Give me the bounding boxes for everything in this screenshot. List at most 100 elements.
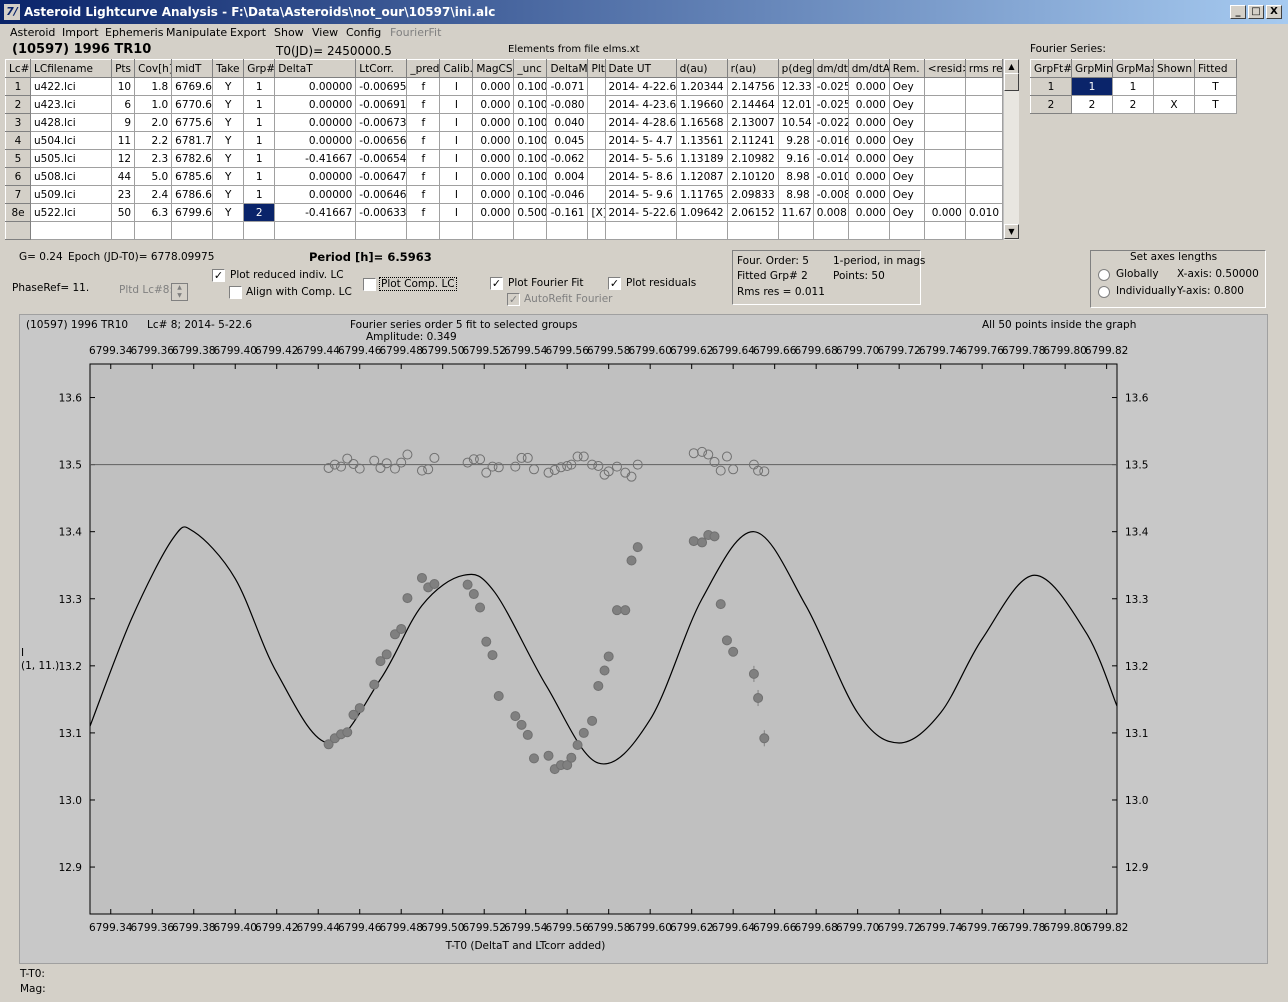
lc-cell[interactable]: 1.11765 xyxy=(675,185,728,204)
lc-col-header[interactable]: LtCorr. xyxy=(355,59,408,78)
fourier-cell[interactable]: T xyxy=(1194,77,1237,96)
lc-cell[interactable]: 6786.6 xyxy=(171,185,214,204)
menu-asteroid[interactable]: Asteroid xyxy=(10,26,55,39)
lc-cell[interactable]: 2014- 5- 8.6 xyxy=(604,167,677,186)
lc-table-row[interactable]: 5 u505.lci 12 2.3 6782.6 Y 1 -0.41667 -0.00654 f I… xyxy=(4,149,1004,168)
close-button[interactable]: X xyxy=(1266,5,1282,19)
lc-col-header[interactable]: <resid> xyxy=(923,59,966,78)
lc-cell[interactable]: I xyxy=(439,185,474,204)
lc-col-header[interactable]: Lc# xyxy=(4,59,32,78)
fourier-cell[interactable]: T xyxy=(1194,95,1237,114)
lc-cell[interactable]: I xyxy=(439,113,474,132)
lc-cell[interactable]: 1.8 xyxy=(134,77,173,96)
lc-cell[interactable]: 0.000 xyxy=(472,167,515,186)
lc-cell[interactable]: 0.00000 xyxy=(274,95,357,114)
lc-col-header[interactable]: Pts xyxy=(111,59,136,78)
lc-cell[interactable]: 0.000 xyxy=(472,131,515,150)
lc-cell[interactable]: 2014- 4-23.6 xyxy=(604,95,677,114)
data-point[interactable] xyxy=(402,593,413,604)
lc-cell[interactable]: 9.16 xyxy=(777,149,814,168)
data-point[interactable] xyxy=(603,651,614,662)
lc-cell[interactable]: 1 xyxy=(243,95,276,114)
lc-cell[interactable]: Y xyxy=(212,167,245,186)
lc-col-header[interactable]: r(au) xyxy=(726,59,779,78)
plot-fourier-checkbox[interactable]: ✓ xyxy=(490,277,503,290)
lc-cell-empty[interactable] xyxy=(472,221,515,240)
lc-cell[interactable]: u508.lci xyxy=(30,167,113,186)
title-bar[interactable]: 7/ Asteroid Lightcurve Analysis - F:\Dat… xyxy=(0,0,1288,24)
lc-cell[interactable]: 2014- 5- 5.6 xyxy=(604,149,677,168)
lc-cell[interactable]: u428.lci xyxy=(30,113,113,132)
autorefit-checkbox[interactable]: ✓ xyxy=(507,293,520,306)
lc-col-header[interactable]: DeltaT xyxy=(274,59,357,78)
data-point[interactable] xyxy=(748,668,759,679)
lc-cell[interactable] xyxy=(587,95,606,114)
lc-cell[interactable]: 11.67 xyxy=(777,203,814,222)
lc-cell[interactable]: u504.lci xyxy=(30,131,113,150)
lc-cell[interactable]: Y xyxy=(212,185,245,204)
lc-col-header[interactable]: LCfilename xyxy=(30,59,113,78)
lc-cell[interactable]: 2014- 5- 4.7 xyxy=(604,131,677,150)
menu-import[interactable]: Import xyxy=(62,26,99,39)
lc-col-header[interactable]: dm/dtA xyxy=(847,59,890,78)
lc-cell[interactable]: 2014- 4-22.6 xyxy=(604,77,677,96)
data-point[interactable] xyxy=(543,750,554,761)
lc-cell[interactable]: 7 xyxy=(4,185,32,204)
plot-residuals-checkbox[interactable]: ✓ xyxy=(608,277,621,290)
plot-reduced-checkbox[interactable]: ✓ xyxy=(212,269,225,282)
y-axis-length[interactable]: Y-axis: 0.800 xyxy=(1177,285,1244,297)
data-point[interactable] xyxy=(728,646,739,657)
fourier-cell[interactable]: X xyxy=(1153,95,1195,114)
lc-cell[interactable] xyxy=(923,95,966,114)
lightcurve-chart[interactable]: 6799.346799.346799.366799.366799.386799.… xyxy=(20,340,1267,960)
menu-show[interactable]: Show xyxy=(274,26,304,39)
data-point[interactable] xyxy=(611,605,622,616)
lc-cell[interactable]: 0.100 xyxy=(513,113,548,132)
lc-cell[interactable]: f xyxy=(406,203,441,222)
lc-cell-empty[interactable] xyxy=(355,221,408,240)
lc-cell[interactable]: 0.045 xyxy=(546,131,589,150)
lc-col-header[interactable]: dm/dt xyxy=(812,59,849,78)
lc-cell[interactable]: u509.lci xyxy=(30,185,113,204)
lc-cell[interactable]: 6769.6 xyxy=(171,77,214,96)
lc-cell[interactable]: 2.4 xyxy=(134,185,173,204)
lc-cell[interactable]: -0.41667 xyxy=(274,149,357,168)
lc-cell-empty[interactable] xyxy=(812,221,849,240)
lc-cell[interactable]: 0.100 xyxy=(513,149,548,168)
lc-cell[interactable]: 8.98 xyxy=(777,167,814,186)
lc-cell[interactable]: 2.2 xyxy=(134,131,173,150)
lc-cell[interactable]: 4 xyxy=(4,131,32,150)
lc-cell[interactable] xyxy=(923,77,966,96)
lc-cell[interactable]: 5.0 xyxy=(134,167,173,186)
globally-radio[interactable] xyxy=(1098,269,1110,281)
lc-cell[interactable]: 0.00000 xyxy=(274,131,357,150)
lc-cell[interactable]: 0.000 xyxy=(847,149,890,168)
lc-cell-empty[interactable] xyxy=(243,221,276,240)
lc-cell[interactable]: -0.00691 xyxy=(355,95,408,114)
lc-cell[interactable]: 0.000 xyxy=(472,77,515,96)
lc-cell[interactable]: f xyxy=(406,167,441,186)
lc-cell[interactable]: Y xyxy=(212,77,245,96)
pltd-lc-spinner[interactable]: ▲ ▼ xyxy=(171,283,188,301)
data-point[interactable] xyxy=(369,679,380,690)
lc-cell[interactable] xyxy=(964,185,1004,204)
lc-cell[interactable]: Oey xyxy=(888,185,925,204)
data-point[interactable] xyxy=(487,650,498,661)
lc-table-row[interactable]: 6 u508.lci 44 5.0 6785.6 Y 1 0.00000 -0.00647 f I 0… xyxy=(4,167,1004,186)
data-point[interactable] xyxy=(468,589,479,600)
lc-cell[interactable]: 2.0 xyxy=(134,113,173,132)
lc-cell-empty[interactable] xyxy=(923,221,966,240)
fourier-col-header[interactable]: GrpMax xyxy=(1112,59,1154,78)
lc-cell[interactable]: 2.09833 xyxy=(726,185,779,204)
scroll-thumb[interactable] xyxy=(1004,73,1019,91)
menu-fourierfit[interactable]: FourierFit xyxy=(390,26,441,39)
lc-cell[interactable]: 1 xyxy=(243,185,276,204)
lc-cell[interactable]: 3 xyxy=(4,113,32,132)
lc-cell-empty[interactable] xyxy=(406,221,441,240)
lc-cell[interactable]: 1.16568 xyxy=(675,113,728,132)
lc-cell[interactable]: -0.022 xyxy=(812,113,849,132)
lc-cell-empty[interactable] xyxy=(439,221,474,240)
lc-cell[interactable]: 2.06152 xyxy=(726,203,779,222)
data-point[interactable] xyxy=(396,623,407,634)
lc-cell[interactable]: 6770.6 xyxy=(171,95,214,114)
